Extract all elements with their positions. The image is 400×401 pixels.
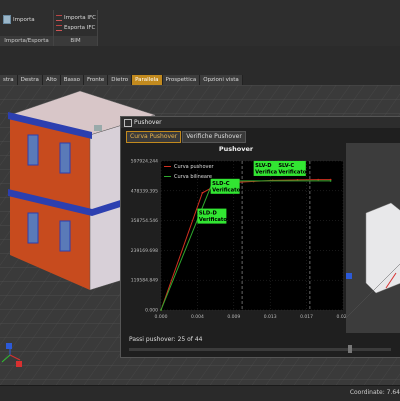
legend-label: Curva pushover bbox=[174, 164, 215, 170]
y-tick-label: 239169.698 bbox=[131, 248, 158, 254]
view-tab-basso[interactable]: Basso bbox=[60, 75, 84, 85]
annotation-label: Verificato bbox=[212, 187, 240, 193]
view-tab-opzioni-vista[interactable]: Opzioni vista bbox=[200, 75, 243, 85]
annotation-label: SLD-C bbox=[212, 181, 230, 187]
ribbon-group-caption: BIM bbox=[54, 36, 97, 46]
ribbon-group-caption: Importa/Esporta bbox=[0, 36, 53, 46]
view-tab-fronte[interactable]: Fronte bbox=[84, 75, 109, 85]
y-tick-label: 478339.395 bbox=[131, 188, 158, 194]
x-tick-label: 0.013 bbox=[264, 314, 277, 320]
view-tabs: stra Destra Alto Basso Fronte Dietro Parallela… bbox=[0, 75, 243, 85]
view-tab-prospettica[interactable]: Prospettica bbox=[162, 75, 201, 85]
ribbon-group-import-export: Importa Importa/Esporta bbox=[0, 10, 54, 46]
ribbon-toolbar: Importa Importa/Esporta Importa IFC Espo… bbox=[0, 0, 400, 46]
data-point bbox=[329, 180, 332, 182]
slider-handle[interactable] bbox=[348, 345, 352, 353]
x-tick-label: 0.000 bbox=[155, 314, 168, 320]
annotation-label: Verificato bbox=[199, 217, 227, 223]
y-tick-label: 0.000 bbox=[145, 308, 158, 314]
x-tick-label: 0.004 bbox=[191, 314, 204, 320]
import-icon bbox=[3, 15, 11, 24]
view-tab-dietro[interactable]: Dietro bbox=[108, 75, 133, 85]
x-tick-label: 0.017 bbox=[300, 314, 313, 320]
annotation-label: SLD-D bbox=[199, 211, 218, 217]
ifc-import-icon bbox=[56, 15, 62, 21]
export-ifc-button[interactable]: Esporta IFC bbox=[56, 25, 95, 31]
view-tab-stra[interactable]: stra bbox=[0, 75, 18, 85]
data-point bbox=[201, 191, 204, 194]
view-tab-parallela[interactable]: Parallela bbox=[132, 75, 163, 85]
pushover-chart: 0.000 0.004 0.009 0.013 0.017 0.0220.00011958… bbox=[131, 159, 350, 321]
y-tick-label: 597924.244 bbox=[131, 159, 158, 165]
import-button[interactable]: Importa bbox=[3, 15, 35, 24]
coordinate-readout: Coordinate: 7.64 bbox=[349, 389, 400, 396]
view-tab-destra[interactable]: Destra bbox=[17, 75, 43, 85]
ribbon-group-bim: Importa IFC Esporta IFC BIM bbox=[54, 10, 98, 46]
data-point bbox=[317, 178, 320, 181]
pushover-steps-slider[interactable] bbox=[129, 345, 391, 353]
annotation-label: SLV-D bbox=[255, 163, 272, 169]
status-bar: Coordinate: 7.64 bbox=[0, 385, 400, 401]
x-tick-label: 0.009 bbox=[227, 314, 240, 320]
import-ifc-button[interactable]: Importa IFC bbox=[56, 15, 96, 21]
model-preview[interactable] bbox=[346, 143, 400, 333]
legend-label: Curva bilineare bbox=[174, 174, 212, 180]
data-point bbox=[160, 309, 162, 311]
y-tick-label: 119584.849 bbox=[131, 278, 158, 284]
view-tab-alto[interactable]: Alto bbox=[42, 75, 61, 85]
ifc-export-icon bbox=[56, 25, 62, 31]
annotation-label: SLV-C bbox=[278, 163, 294, 169]
plot-area bbox=[161, 161, 343, 310]
y-tick-label: 358754.546 bbox=[131, 218, 158, 224]
pushover-steps-label: Passi pushover: 25 of 44 bbox=[129, 336, 203, 343]
preview-scene bbox=[346, 202, 400, 319]
pushover-dialog: Pushover Curva Pushover Verifiche Pushove… bbox=[120, 116, 400, 358]
annotation-label: Verificato bbox=[278, 169, 306, 175]
